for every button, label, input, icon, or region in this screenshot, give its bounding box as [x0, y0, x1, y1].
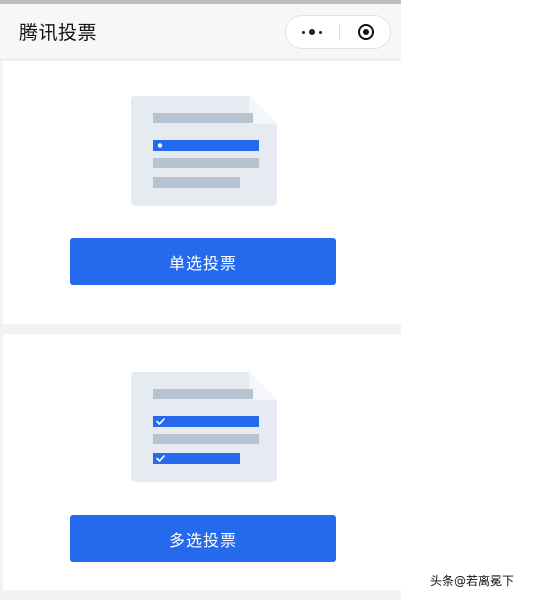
multi-choice-vote-button[interactable]: 多选投票	[70, 515, 336, 562]
mini-program-window: 腾讯投票 单选投票 多选投票	[0, 0, 401, 600]
single-choice-form-icon	[131, 96, 277, 206]
single-choice-card: 单选投票	[3, 61, 401, 324]
menu-capsule	[285, 15, 391, 49]
multi-choice-card: 多选投票	[3, 334, 401, 590]
more-dots-icon	[300, 29, 324, 35]
capsule-divider	[339, 24, 340, 40]
more-button[interactable]	[286, 16, 338, 48]
navigation-bar: 腾讯投票	[0, 4, 401, 60]
close-button[interactable]	[341, 16, 390, 48]
page-title: 腾讯投票	[19, 22, 98, 44]
target-close-icon	[357, 24, 374, 40]
multi-choice-form-icon	[131, 372, 277, 482]
single-choice-vote-button[interactable]: 单选投票	[70, 238, 336, 285]
watermark: 头条@若离冕下	[430, 574, 515, 588]
screenshot-canvas: 腾讯投票 单选投票 多选投票 头条@若离冕下	[0, 0, 548, 600]
